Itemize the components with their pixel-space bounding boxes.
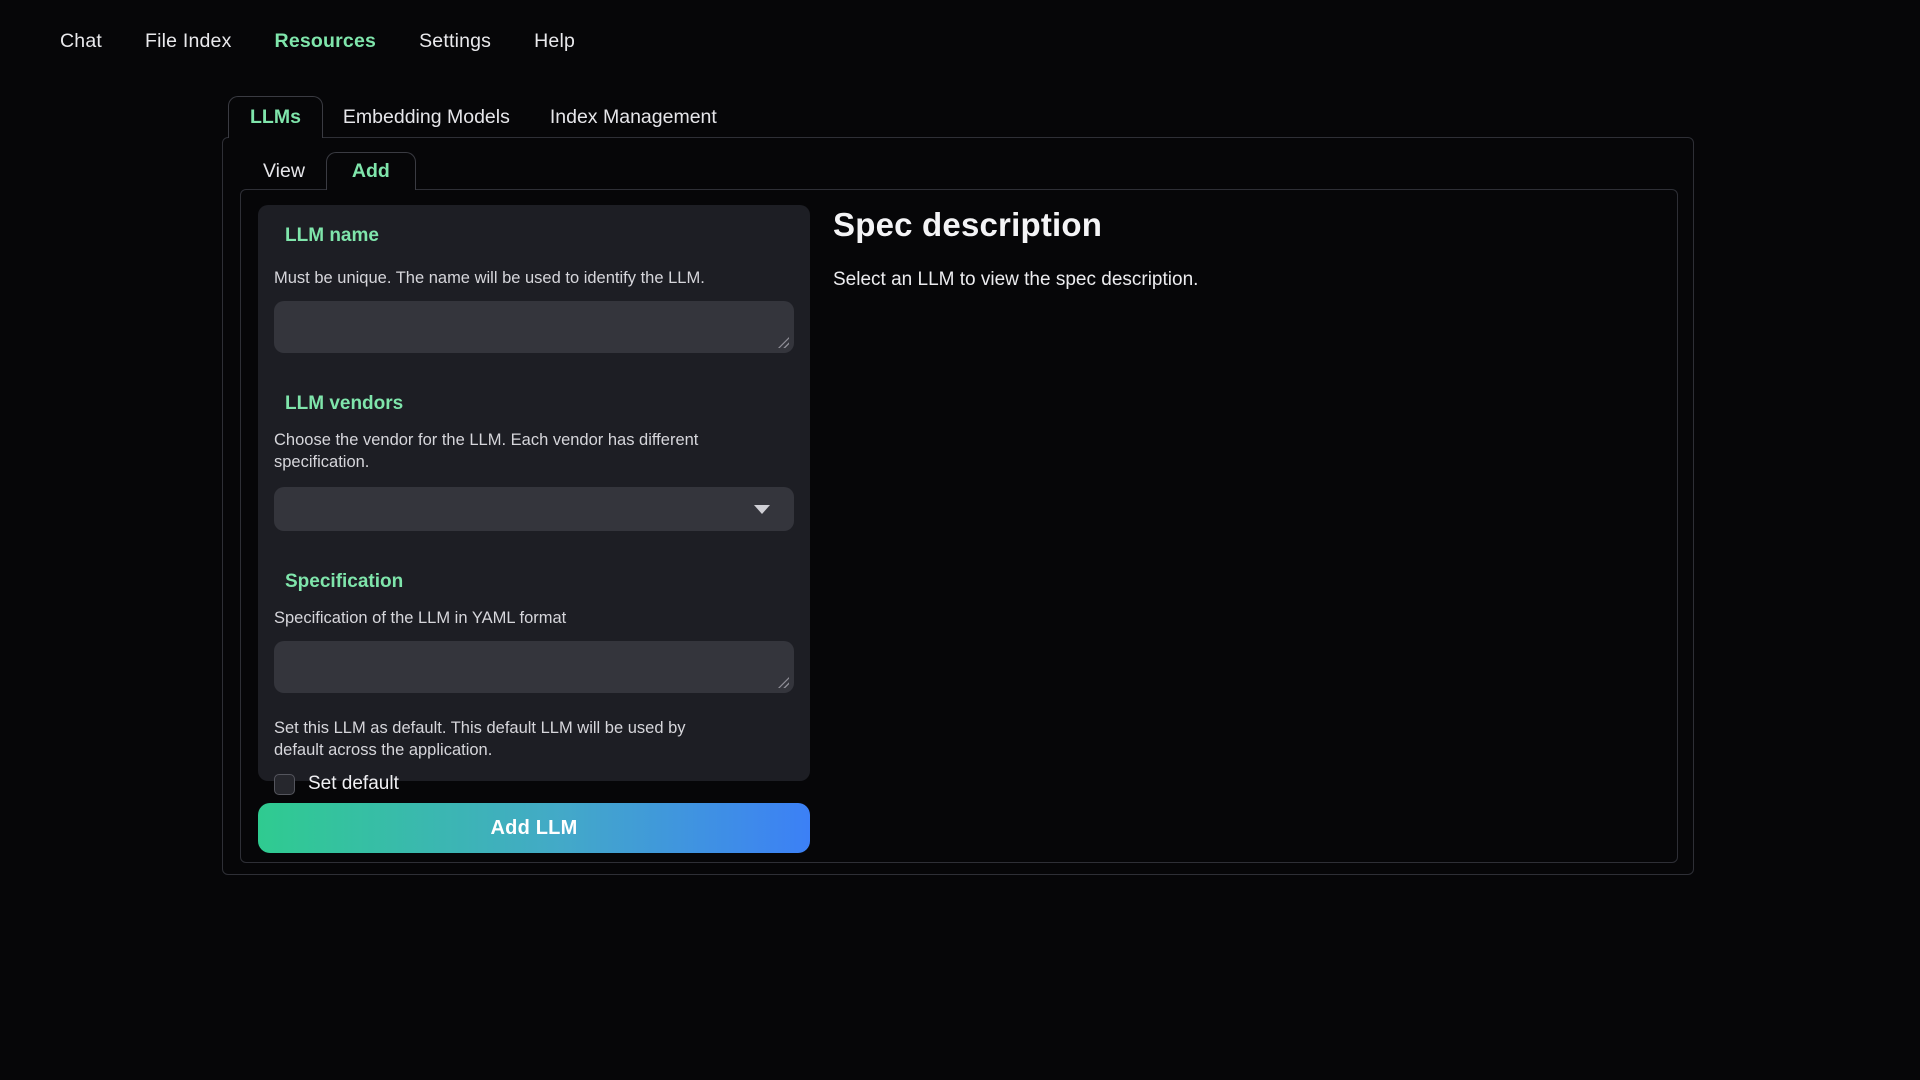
- specification-field-wrap: [274, 641, 794, 693]
- specification-label: Specification: [285, 571, 794, 593]
- llm-name-field-wrap: [274, 301, 794, 353]
- specification-input[interactable]: [274, 641, 794, 693]
- chevron-down-icon: [754, 505, 770, 514]
- spec-description-placeholder: Select an LLM to view the spec descripti…: [833, 269, 1653, 291]
- set-default-row: Set default: [274, 773, 794, 795]
- subtab-view[interactable]: View: [242, 152, 326, 190]
- tab-index-management[interactable]: Index Management: [530, 96, 737, 138]
- set-default-description: Set this LLM as default. This default LL…: [274, 717, 724, 761]
- llm-vendors-description: Choose the vendor for the LLM. Each vend…: [274, 429, 794, 473]
- nav-item-settings[interactable]: Settings: [419, 30, 491, 53]
- add-llm-button[interactable]: Add LLM: [258, 803, 810, 853]
- tab-embedding-models[interactable]: Embedding Models: [323, 96, 530, 138]
- llms-subtabbar: View Add: [242, 152, 416, 190]
- subtab-add[interactable]: Add: [326, 152, 416, 190]
- set-default-checkbox[interactable]: [274, 774, 295, 795]
- llm-name-description: Must be unique. The name will be used to…: [274, 267, 794, 289]
- spec-description-title: Spec description: [833, 205, 1653, 245]
- llm-vendor-dropdown[interactable]: [274, 487, 794, 531]
- set-default-checkbox-label[interactable]: Set default: [308, 773, 399, 795]
- llm-name-label: LLM name: [285, 225, 794, 247]
- resources-tabbar: LLMs Embedding Models Index Management: [222, 96, 737, 138]
- nav-item-resources[interactable]: Resources: [275, 30, 377, 53]
- app-root: Chat File Index Resources Settings Help …: [0, 0, 1920, 1080]
- llm-name-input[interactable]: [274, 301, 794, 353]
- nav-item-file-index[interactable]: File Index: [145, 30, 232, 53]
- specification-description: Specification of the LLM in YAML format: [274, 607, 794, 629]
- nav-item-chat[interactable]: Chat: [60, 30, 102, 53]
- add-llm-form: LLM name Must be unique. The name will b…: [258, 205, 810, 781]
- nav-item-help[interactable]: Help: [534, 30, 575, 53]
- llm-vendors-label: LLM vendors: [285, 393, 794, 415]
- top-nav: Chat File Index Resources Settings Help: [60, 0, 575, 82]
- tab-llms[interactable]: LLMs: [228, 96, 323, 138]
- spec-description-panel: Spec description Select an LLM to view t…: [833, 205, 1653, 291]
